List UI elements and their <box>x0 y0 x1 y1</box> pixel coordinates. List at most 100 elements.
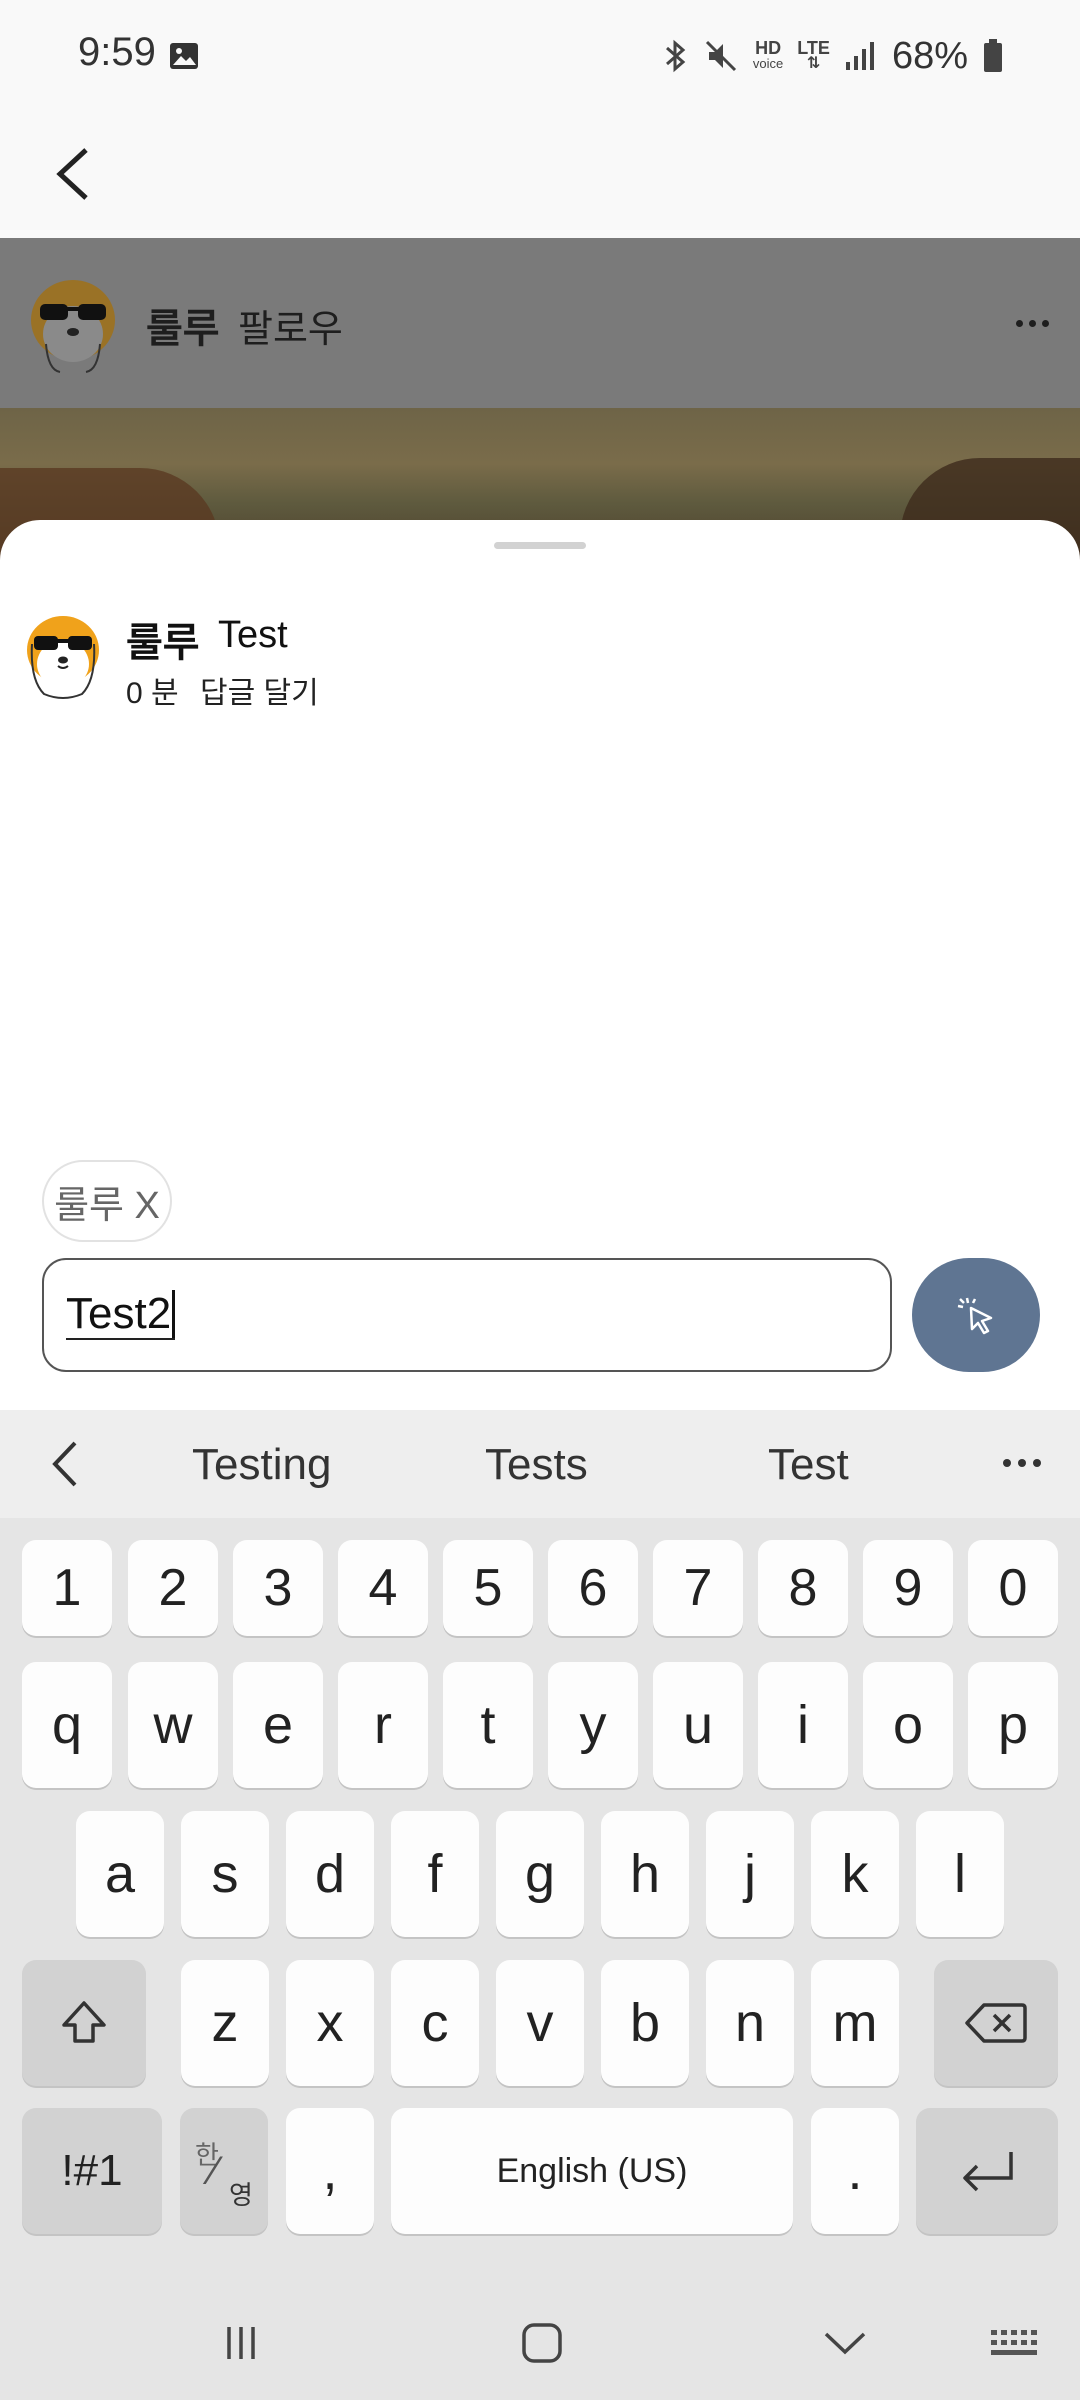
shift-icon <box>62 2001 106 2043</box>
key-y[interactable]: y <box>548 1662 638 1788</box>
suggestion-1[interactable]: Testing <box>192 1440 331 1490</box>
key-o[interactable]: o <box>863 1662 953 1788</box>
home-icon <box>522 2323 562 2363</box>
post-author-name[interactable]: 룰루 <box>146 296 220 354</box>
key-3[interactable]: 3 <box>233 1540 323 1636</box>
navigation-bar <box>0 2288 1080 2400</box>
language-switch-label: 한 ∕ 영 <box>189 2131 259 2211</box>
key-c[interactable]: c <box>391 1960 479 2086</box>
keyboard-suggestion-bar: Testing Tests Test <box>0 1410 1080 1518</box>
symbols-key[interactable]: !#1 <box>22 2108 162 2234</box>
key-f[interactable]: f <box>391 1811 479 1937</box>
comment-input-text: Test2 <box>66 1289 172 1338</box>
key-m[interactable]: m <box>811 1960 899 2086</box>
battery-icon <box>982 38 1004 74</box>
comment-input[interactable]: Test2 <box>42 1258 892 1372</box>
more-suggestions-icon[interactable] <box>992 1438 1052 1488</box>
comment-author[interactable]: 룰루 <box>126 610 200 668</box>
hd-voice-icon: HD voice <box>753 38 783 74</box>
recents-button[interactable] <box>196 2308 286 2378</box>
key-n[interactable]: n <box>706 1960 794 2086</box>
hd-label: HD <box>755 38 782 58</box>
key-g[interactable]: g <box>496 1811 584 1937</box>
post-header: 룰루 팔로우 <box>0 238 1080 408</box>
shift-key[interactable] <box>22 1960 146 2086</box>
lte-label: LTE <box>797 38 830 58</box>
comment-time: 0 분 <box>126 677 179 710</box>
comma-key[interactable]: , <box>286 2108 374 2234</box>
home-button[interactable] <box>497 2308 587 2378</box>
text-caret <box>172 1290 176 1338</box>
recents-icon <box>227 2327 255 2359</box>
key-q[interactable]: q <box>22 1662 112 1788</box>
chevron-left-icon <box>56 148 88 200</box>
key-z[interactable]: z <box>181 1960 269 2086</box>
key-1[interactable]: 1 <box>22 1540 112 1636</box>
drag-handle[interactable] <box>494 542 586 549</box>
app-bar <box>0 110 1080 238</box>
lang-bottom-label: 영 <box>229 2180 253 2210</box>
key-w[interactable]: w <box>128 1662 218 1788</box>
key-x[interactable]: x <box>286 1960 374 2086</box>
backspace-key[interactable] <box>934 1960 1058 2086</box>
key-j[interactable]: j <box>706 1811 794 1937</box>
key-a[interactable]: a <box>76 1811 164 1937</box>
post-background: 룰루 팔로우 <box>0 238 1080 568</box>
avatar[interactable] <box>26 274 120 374</box>
key-0[interactable]: 0 <box>968 1540 1058 1636</box>
comment-text: Test <box>218 614 288 656</box>
key-t[interactable]: t <box>443 1662 533 1788</box>
more-options-icon[interactable] <box>1002 298 1062 348</box>
comment-item: 룰루 Test 0 분 답글 달기 <box>24 610 1054 720</box>
voice-label: voice <box>752 56 784 71</box>
key-k[interactable]: k <box>811 1811 899 1937</box>
key-u[interactable]: u <box>653 1662 743 1788</box>
reply-button[interactable]: 답글 달기 <box>200 668 319 712</box>
status-icons: HD voice LTE ⇅ 68% <box>663 30 1004 82</box>
key-9[interactable]: 9 <box>863 1540 953 1636</box>
enter-icon <box>963 2152 1013 2192</box>
send-button[interactable] <box>912 1258 1040 1372</box>
suggestion-2[interactable]: Tests <box>485 1440 588 1490</box>
comment-input-value: Test2 <box>66 1289 176 1340</box>
backspace-icon <box>965 2003 1027 2043</box>
chevron-left-icon[interactable] <box>34 1434 94 1494</box>
space-key[interactable]: English (US) <box>391 2108 793 2234</box>
lte-icon: LTE ⇅ <box>797 38 830 72</box>
hide-keyboard-button[interactable] <box>800 2308 890 2378</box>
key-d[interactable]: d <box>286 1811 374 1937</box>
key-2[interactable]: 2 <box>128 1540 218 1636</box>
follow-button[interactable]: 팔로우 <box>238 298 343 353</box>
key-r[interactable]: r <box>338 1662 428 1788</box>
back-button[interactable] <box>30 132 114 216</box>
key-l[interactable]: l <box>916 1811 1004 1937</box>
key-4[interactable]: 4 <box>338 1540 428 1636</box>
key-7[interactable]: 7 <box>653 1540 743 1636</box>
key-8[interactable]: 8 <box>758 1540 848 1636</box>
key-6[interactable]: 6 <box>548 1540 638 1636</box>
avatar[interactable] <box>24 610 102 700</box>
comments-sheet: 룰루 Test 0 분 답글 달기 룰루 X Test2 <box>0 520 1080 1410</box>
key-v[interactable]: v <box>496 1960 584 2086</box>
cursor-click-icon <box>957 1297 993 1335</box>
key-h[interactable]: h <box>601 1811 689 1937</box>
mention-chip[interactable]: 룰루 X <box>42 1160 172 1242</box>
key-e[interactable]: e <box>233 1662 323 1788</box>
key-s[interactable]: s <box>181 1811 269 1937</box>
key-5[interactable]: 5 <box>443 1540 533 1636</box>
key-i[interactable]: i <box>758 1662 848 1788</box>
keyboard: 1 2 3 4 5 6 7 8 9 0 q w e r t y u i o p … <box>0 1518 1080 2288</box>
gallery-icon <box>168 40 200 72</box>
period-key[interactable]: . <box>811 2108 899 2234</box>
language-switch-key[interactable]: 한 ∕ 영 <box>180 2108 268 2234</box>
mute-icon <box>703 38 739 74</box>
bluetooth-icon <box>663 38 689 74</box>
enter-key[interactable] <box>916 2108 1058 2234</box>
key-p[interactable]: p <box>968 1662 1058 1788</box>
signal-icon <box>844 38 874 74</box>
status-time: 9:59 <box>78 30 156 74</box>
keyboard-icon <box>991 2330 1037 2355</box>
suggestion-3[interactable]: Test <box>768 1440 849 1490</box>
key-b[interactable]: b <box>601 1960 689 2086</box>
keyboard-switch-button[interactable] <box>970 2308 1060 2378</box>
